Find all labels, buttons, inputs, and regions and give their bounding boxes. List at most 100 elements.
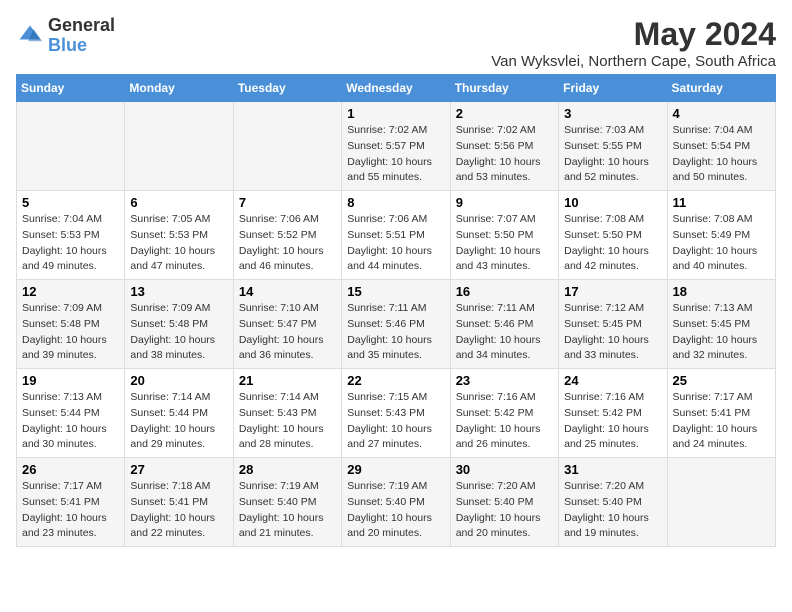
day-info: Sunrise: 7:17 AMSunset: 5:41 PMDaylight:… — [673, 390, 770, 453]
calendar-cell: 21 Sunrise: 7:14 AMSunset: 5:43 PMDayligh… — [233, 369, 341, 458]
day-number: 4 — [673, 106, 770, 121]
calendar-cell: 24Sunrise: 7:16 AMSunset: 5:42 PMDayligh… — [559, 369, 667, 458]
calendar-cell: 10 Sunrise: 7:08 AMSunset: 5:50 PMDayligh… — [559, 191, 667, 280]
day-number: 15 — [347, 284, 444, 299]
calendar-week-4: 19 Sunrise: 7:13 AMSunset: 5:44 PMDayligh… — [17, 369, 776, 458]
day-number: 27 — [130, 462, 227, 477]
day-info: Sunrise: 7:14 AMSunset: 5:44 PMDaylight:… — [130, 390, 227, 453]
day-number: 31 — [564, 462, 661, 477]
day-info: Sunrise: 7:09 AMSunset: 5:48 PMDaylight:… — [130, 301, 227, 364]
header-day-tuesday: Tuesday — [233, 75, 341, 102]
calendar-cell — [233, 102, 341, 191]
day-info: Sunrise: 7:14 AMSunset: 5:43 PMDaylight:… — [239, 390, 336, 453]
day-info: Sunrise: 7:08 AMSunset: 5:50 PMDaylight:… — [564, 212, 661, 275]
day-info: Sunrise: 7:13 AMSunset: 5:44 PMDaylight:… — [22, 390, 119, 453]
calendar-cell: 12Sunrise: 7:09 AMSunset: 5:48 PMDayligh… — [17, 280, 125, 369]
header: General Blue May 2024 Van Wyksvlei, Nort… — [16, 16, 776, 70]
day-info: Sunrise: 7:19 AMSunset: 5:40 PMDaylight:… — [347, 479, 444, 542]
day-number: 8 — [347, 195, 444, 210]
day-number: 2 — [456, 106, 553, 121]
day-info: Sunrise: 7:15 AMSunset: 5:43 PMDaylight:… — [347, 390, 444, 453]
calendar-cell — [667, 458, 775, 547]
calendar-cell: 17 Sunrise: 7:12 AMSunset: 5:45 PMDayligh… — [559, 280, 667, 369]
day-info: Sunrise: 7:16 AMSunset: 5:42 PMDaylight:… — [564, 390, 661, 453]
day-number: 28 — [239, 462, 336, 477]
day-number: 9 — [456, 195, 553, 210]
month-title: May 2024 — [491, 16, 776, 53]
calendar-cell: 15 Sunrise: 7:11 AMSunset: 5:46 PMDayligh… — [342, 280, 450, 369]
calendar-cell: 25 Sunrise: 7:17 AMSunset: 5:41 PMDayligh… — [667, 369, 775, 458]
day-info: Sunrise: 7:08 AMSunset: 5:49 PMDaylight:… — [673, 212, 770, 275]
day-number: 14 — [239, 284, 336, 299]
calendar-cell: 7Sunrise: 7:06 AMSunset: 5:52 PMDaylight… — [233, 191, 341, 280]
day-number: 10 — [564, 195, 661, 210]
calendar-cell: 19 Sunrise: 7:13 AMSunset: 5:44 PMDayligh… — [17, 369, 125, 458]
day-number: 23 — [456, 373, 553, 388]
day-number: 26 — [22, 462, 119, 477]
calendar-cell: 31Sunrise: 7:20 AMSunset: 5:40 PMDayligh… — [559, 458, 667, 547]
day-number: 17 — [564, 284, 661, 299]
day-number: 30 — [456, 462, 553, 477]
logo: General Blue — [16, 16, 115, 56]
day-info: Sunrise: 7:12 AMSunset: 5:45 PMDaylight:… — [564, 301, 661, 364]
calendar-header-row: SundayMondayTuesdayWednesdayThursdayFrid… — [17, 75, 776, 102]
calendar-cell: 22 Sunrise: 7:15 AMSunset: 5:43 PMDayligh… — [342, 369, 450, 458]
logo-icon — [16, 22, 44, 50]
logo-general: General — [48, 15, 115, 35]
header-day-monday: Monday — [125, 75, 233, 102]
day-number: 20 — [130, 373, 227, 388]
calendar-cell — [17, 102, 125, 191]
calendar-cell: 6Sunrise: 7:05 AMSunset: 5:53 PMDaylight… — [125, 191, 233, 280]
logo-text: General Blue — [48, 16, 115, 56]
calendar-cell: 20 Sunrise: 7:14 AMSunset: 5:44 PMDayligh… — [125, 369, 233, 458]
day-info: Sunrise: 7:07 AMSunset: 5:50 PMDaylight:… — [456, 212, 553, 275]
calendar-cell: 14 Sunrise: 7:10 AMSunset: 5:47 PMDayligh… — [233, 280, 341, 369]
calendar-week-5: 26 Sunrise: 7:17 AMSunset: 5:41 PMDayligh… — [17, 458, 776, 547]
day-info: Sunrise: 7:09 AMSunset: 5:48 PMDaylight:… — [22, 301, 119, 364]
calendar-cell: 11 Sunrise: 7:08 AMSunset: 5:49 PMDayligh… — [667, 191, 775, 280]
calendar-week-3: 12Sunrise: 7:09 AMSunset: 5:48 PMDayligh… — [17, 280, 776, 369]
logo-blue: Blue — [48, 35, 87, 55]
day-info: Sunrise: 7:20 AMSunset: 5:40 PMDaylight:… — [456, 479, 553, 542]
day-info: Sunrise: 7:10 AMSunset: 5:47 PMDaylight:… — [239, 301, 336, 364]
day-info: Sunrise: 7:04 AMSunset: 5:54 PMDaylight:… — [673, 123, 770, 186]
day-number: 11 — [673, 195, 770, 210]
calendar-cell: 30 Sunrise: 7:20 AMSunset: 5:40 PMDayligh… — [450, 458, 558, 547]
day-info: Sunrise: 7:05 AMSunset: 5:53 PMDaylight:… — [130, 212, 227, 275]
calendar-table: SundayMondayTuesdayWednesdayThursdayFrid… — [16, 74, 776, 547]
day-info: Sunrise: 7:11 AMSunset: 5:46 PMDaylight:… — [347, 301, 444, 364]
day-info: Sunrise: 7:02 AMSunset: 5:57 PMDaylight:… — [347, 123, 444, 186]
day-info: Sunrise: 7:06 AMSunset: 5:51 PMDaylight:… — [347, 212, 444, 275]
day-number: 1 — [347, 106, 444, 121]
title-area: May 2024 Van Wyksvlei, Northern Cape, So… — [491, 16, 776, 70]
day-info: Sunrise: 7:18 AMSunset: 5:41 PMDaylight:… — [130, 479, 227, 542]
day-number: 7 — [239, 195, 336, 210]
location-subtitle: Van Wyksvlei, Northern Cape, South Afric… — [491, 53, 776, 70]
calendar-cell: 23Sunrise: 7:16 AMSunset: 5:42 PMDayligh… — [450, 369, 558, 458]
day-info: Sunrise: 7:13 AMSunset: 5:45 PMDaylight:… — [673, 301, 770, 364]
day-number: 25 — [673, 373, 770, 388]
calendar-week-2: 5Sunrise: 7:04 AMSunset: 5:53 PMDaylight… — [17, 191, 776, 280]
calendar-cell: 29Sunrise: 7:19 AMSunset: 5:40 PMDayligh… — [342, 458, 450, 547]
day-number: 16 — [456, 284, 553, 299]
calendar-cell: 5Sunrise: 7:04 AMSunset: 5:53 PMDaylight… — [17, 191, 125, 280]
day-info: Sunrise: 7:03 AMSunset: 5:55 PMDaylight:… — [564, 123, 661, 186]
calendar-cell: 8 Sunrise: 7:06 AMSunset: 5:51 PMDaylight… — [342, 191, 450, 280]
day-info: Sunrise: 7:11 AMSunset: 5:46 PMDaylight:… — [456, 301, 553, 364]
header-day-wednesday: Wednesday — [342, 75, 450, 102]
day-number: 5 — [22, 195, 119, 210]
day-number: 21 — [239, 373, 336, 388]
day-info: Sunrise: 7:17 AMSunset: 5:41 PMDaylight:… — [22, 479, 119, 542]
header-day-saturday: Saturday — [667, 75, 775, 102]
day-number: 3 — [564, 106, 661, 121]
calendar-cell: 18Sunrise: 7:13 AMSunset: 5:45 PMDayligh… — [667, 280, 775, 369]
day-number: 13 — [130, 284, 227, 299]
day-number: 19 — [22, 373, 119, 388]
calendar-cell: 28Sunrise: 7:19 AMSunset: 5:40 PMDayligh… — [233, 458, 341, 547]
calendar-cell: 1 Sunrise: 7:02 AMSunset: 5:57 PMDaylight… — [342, 102, 450, 191]
calendar-cell: 27 Sunrise: 7:18 AMSunset: 5:41 PMDayligh… — [125, 458, 233, 547]
calendar-cell: 16 Sunrise: 7:11 AMSunset: 5:46 PMDayligh… — [450, 280, 558, 369]
header-day-sunday: Sunday — [17, 75, 125, 102]
header-day-thursday: Thursday — [450, 75, 558, 102]
day-number: 22 — [347, 373, 444, 388]
